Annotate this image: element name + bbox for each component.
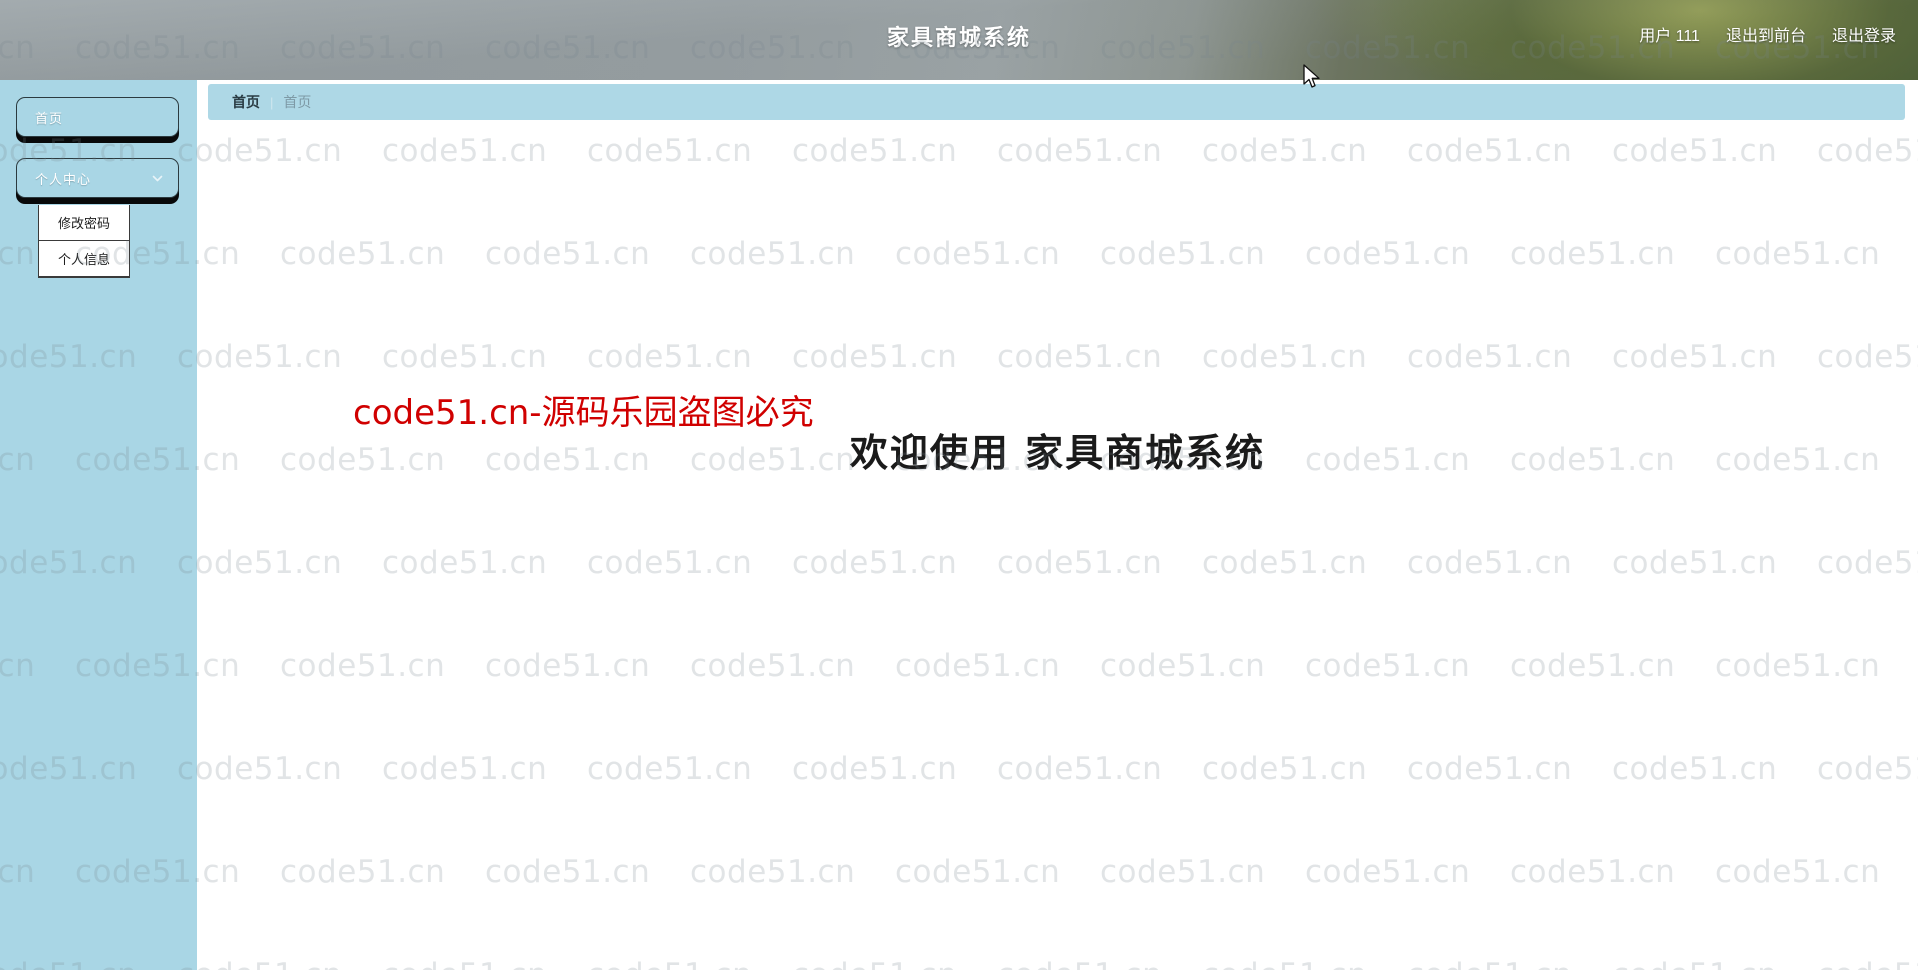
sidebar-submenu: 修改密码 个人信息 (38, 205, 130, 278)
sidebar-submenu-item-change-password[interactable]: 修改密码 (39, 205, 129, 241)
sidebar-item-personal-center-label: 个人中心 (35, 171, 92, 187)
header-actions: 用户 111 退出到前台 退出登录 (1639, 22, 1896, 46)
exit-to-front-link[interactable]: 退出到前台 (1726, 22, 1806, 46)
sidebar-item-home-label: 首页 (35, 110, 64, 126)
red-piracy-watermark: code51.cn-源码乐园盗图必究 (353, 393, 814, 433)
chevron-down-icon (151, 172, 164, 185)
sidebar: 首页 个人中心 修改密码 个人信息 (0, 80, 197, 970)
sidebar-item-home[interactable]: 首页 (16, 97, 179, 137)
user-label: 用户 111 (1639, 28, 1700, 45)
sidebar-item-personal-center[interactable]: 个人中心 (16, 158, 179, 198)
sidebar-menu: 首页 个人中心 修改密码 个人信息 (0, 80, 197, 278)
sidebar-submenu-item-personal-info[interactable]: 个人信息 (39, 241, 129, 277)
logout-link[interactable]: 退出登录 (1832, 22, 1896, 46)
app-root: 家具商城系统 用户 111 退出到前台 退出登录 首页 个人中心 修改密码 个人… (0, 0, 1918, 970)
welcome-panel: 欢迎使用 家具商城系统 (197, 80, 1918, 970)
app-header: 家具商城系统 用户 111 退出到前台 退出登录 (0, 0, 1918, 80)
page-title: 家具商城系统 (886, 25, 1031, 50)
main-content: 首页 | 首页 欢迎使用 家具商城系统 (197, 80, 1918, 970)
